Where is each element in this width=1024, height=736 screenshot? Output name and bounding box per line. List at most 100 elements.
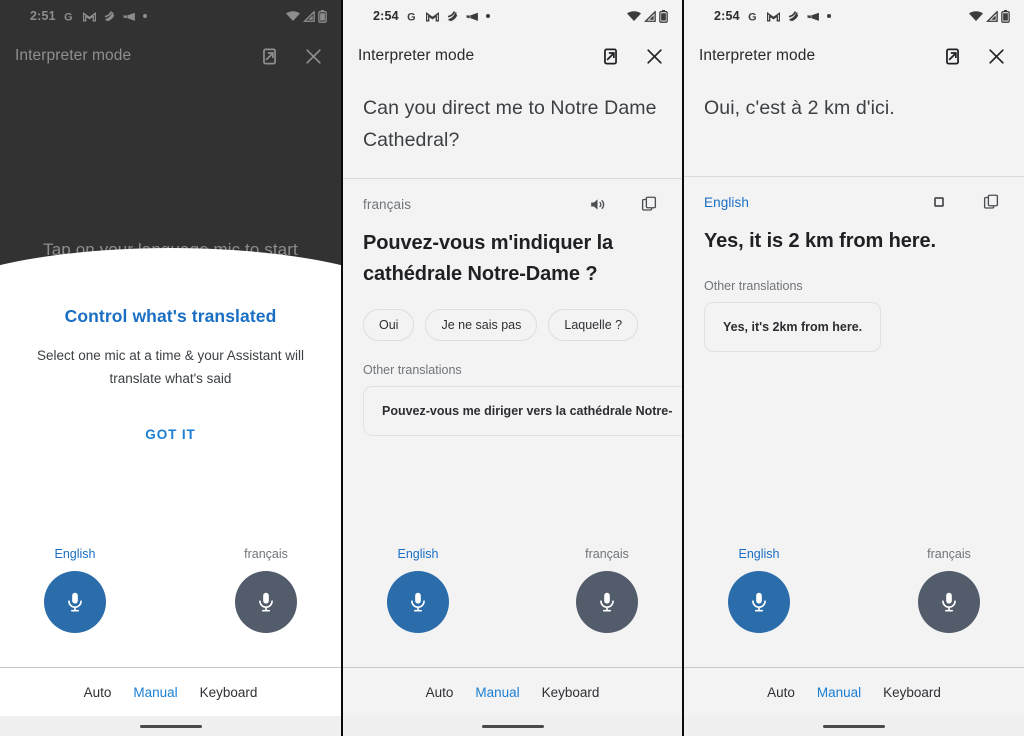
translation-block: English Yes, it is 2 km from here. Other… bbox=[684, 177, 1024, 357]
nav-gesture-pill[interactable] bbox=[139, 725, 202, 728]
app-bar: Interpreter mode bbox=[0, 32, 341, 80]
tab-auto[interactable]: Auto bbox=[84, 685, 112, 700]
mic-english-button[interactable] bbox=[44, 571, 106, 633]
battery-icon bbox=[1001, 9, 1010, 23]
speaker-icon[interactable] bbox=[584, 191, 610, 217]
mic-controls: English français bbox=[684, 547, 1024, 667]
suggestion-chip[interactable]: Oui bbox=[363, 309, 415, 341]
source-text: Can you direct me to Notre Dame Cathedra… bbox=[363, 97, 657, 151]
send-to-device-icon[interactable] bbox=[939, 43, 965, 69]
tab-manual[interactable]: Manual bbox=[133, 685, 177, 700]
gmail-icon bbox=[425, 11, 439, 22]
mic-francais-button[interactable] bbox=[918, 571, 980, 633]
tab-keyboard[interactable]: Keyboard bbox=[883, 685, 941, 700]
got-it-button[interactable]: GOT IT bbox=[20, 427, 321, 442]
dot-icon bbox=[826, 14, 831, 18]
status-bar: 2:54 G bbox=[684, 0, 1024, 32]
bottom-tabs-3: Auto Manual Keyboard bbox=[684, 667, 1024, 736]
status-bar-left: 2:54 G bbox=[373, 9, 490, 23]
mic-english-button[interactable] bbox=[387, 571, 449, 633]
mic-francais: français bbox=[572, 547, 642, 667]
swirl-icon bbox=[103, 10, 116, 23]
info-dialog-title: Control what's translated bbox=[64, 306, 277, 326]
mic-english: English bbox=[383, 547, 453, 667]
screenshot-root: 2:51 G Interpreter mode Control what's t… bbox=[0, 0, 1024, 736]
dot-icon bbox=[142, 14, 147, 18]
translation-language-label: English bbox=[704, 194, 749, 210]
tab-auto[interactable]: Auto bbox=[767, 685, 795, 700]
suggestion-chip[interactable]: Je ne sais pas bbox=[425, 309, 538, 341]
close-icon[interactable] bbox=[300, 43, 326, 69]
stop-icon[interactable] bbox=[926, 189, 952, 215]
megaphone-icon bbox=[807, 11, 820, 22]
status-time: 2:51 bbox=[30, 9, 56, 23]
send-to-device-icon[interactable] bbox=[597, 43, 623, 69]
app-bar-title: Interpreter mode bbox=[358, 47, 475, 64]
status-bar-right bbox=[286, 9, 327, 23]
svg-text:G: G bbox=[407, 11, 415, 23]
translation-text: Yes, it is 2 km from here. bbox=[704, 230, 936, 252]
status-bar-left: 2:51 G bbox=[30, 9, 147, 23]
nav-gesture-pill[interactable] bbox=[823, 725, 885, 728]
tab-auto[interactable]: Auto bbox=[426, 685, 454, 700]
tab-manual[interactable]: Manual bbox=[475, 685, 519, 700]
mic-controls: English français bbox=[0, 547, 341, 667]
nav-gesture-pill[interactable] bbox=[481, 725, 544, 728]
system-nav-bar bbox=[343, 716, 682, 736]
gmail-icon bbox=[82, 11, 96, 22]
google-g-icon: G bbox=[406, 10, 419, 23]
app-bar: Interpreter mode bbox=[343, 32, 682, 80]
mic-francais-button[interactable] bbox=[576, 571, 638, 633]
other-translation-item[interactable]: Yes, it's 2km from here. bbox=[704, 302, 882, 352]
battery-icon bbox=[659, 9, 668, 23]
translation-header: English bbox=[704, 191, 1004, 213]
mic-controls: English français bbox=[343, 547, 682, 667]
microphone-icon bbox=[600, 592, 614, 612]
app-bar-actions bbox=[256, 43, 329, 69]
signal-icon bbox=[303, 10, 315, 22]
status-bar: 2:54 G bbox=[343, 0, 682, 32]
mic-francais-label: français bbox=[244, 547, 288, 561]
close-icon[interactable] bbox=[641, 43, 667, 69]
tab-manual[interactable]: Manual bbox=[817, 685, 861, 700]
close-icon[interactable] bbox=[983, 43, 1009, 69]
phone-panel-3: 2:54 G Interpreter mode Oui, c'est à 2 k… bbox=[682, 0, 1024, 736]
status-bar: 2:51 G bbox=[0, 0, 341, 32]
app-bar: Interpreter mode bbox=[684, 32, 1024, 80]
translation-actions bbox=[926, 189, 1004, 215]
wifi-icon bbox=[969, 10, 983, 22]
bottom-tabs-2: Auto Manual Keyboard bbox=[343, 667, 682, 736]
swirl-icon bbox=[787, 10, 800, 23]
microphone-icon bbox=[259, 592, 273, 612]
source-text: Oui, c'est à 2 km d'ici. bbox=[704, 97, 895, 119]
microphone-icon bbox=[942, 592, 956, 612]
tab-keyboard[interactable]: Keyboard bbox=[542, 685, 600, 700]
mic-english-label: English bbox=[738, 547, 780, 561]
info-dialog-content: Control what's translated Select one mic… bbox=[0, 306, 341, 442]
mic-francais: français bbox=[914, 547, 984, 667]
translation-header: français bbox=[363, 193, 662, 215]
info-dialog-body: Select one mic at a time & your Assistan… bbox=[36, 348, 305, 386]
phone-panel-1: 2:51 G Interpreter mode Control what's t… bbox=[0, 0, 341, 736]
megaphone-icon bbox=[123, 11, 136, 22]
source-utterance: Can you direct me to Notre Dame Cathedra… bbox=[343, 80, 682, 178]
swirl-icon bbox=[446, 10, 459, 23]
copy-icon[interactable] bbox=[636, 191, 662, 217]
bottom-tabs-1: Auto Manual Keyboard bbox=[0, 667, 341, 736]
mic-francais-button[interactable] bbox=[235, 571, 297, 633]
wifi-icon bbox=[627, 10, 641, 22]
status-time: 2:54 bbox=[714, 9, 740, 23]
copy-icon[interactable] bbox=[978, 189, 1004, 215]
suggestion-chip[interactable]: Laquelle ? bbox=[548, 309, 639, 341]
tab-list: Auto Manual Keyboard bbox=[343, 668, 682, 716]
translation-text: Pouvez-vous m'indiquer la cathédrale Not… bbox=[363, 232, 614, 285]
send-to-device-icon[interactable] bbox=[256, 43, 282, 69]
microphone-icon bbox=[411, 592, 425, 612]
mic-english: English bbox=[724, 547, 794, 667]
translation-block: français Pouvez-vous m'indiquer la cathé… bbox=[343, 179, 682, 436]
mic-english-label: English bbox=[54, 547, 96, 561]
mic-english-button[interactable] bbox=[728, 571, 790, 633]
tab-keyboard[interactable]: Keyboard bbox=[200, 685, 258, 700]
status-bar-left: 2:54 G bbox=[714, 9, 831, 23]
other-translation-item[interactable]: Pouvez-vous me diriger vers la cathédral… bbox=[363, 386, 682, 436]
